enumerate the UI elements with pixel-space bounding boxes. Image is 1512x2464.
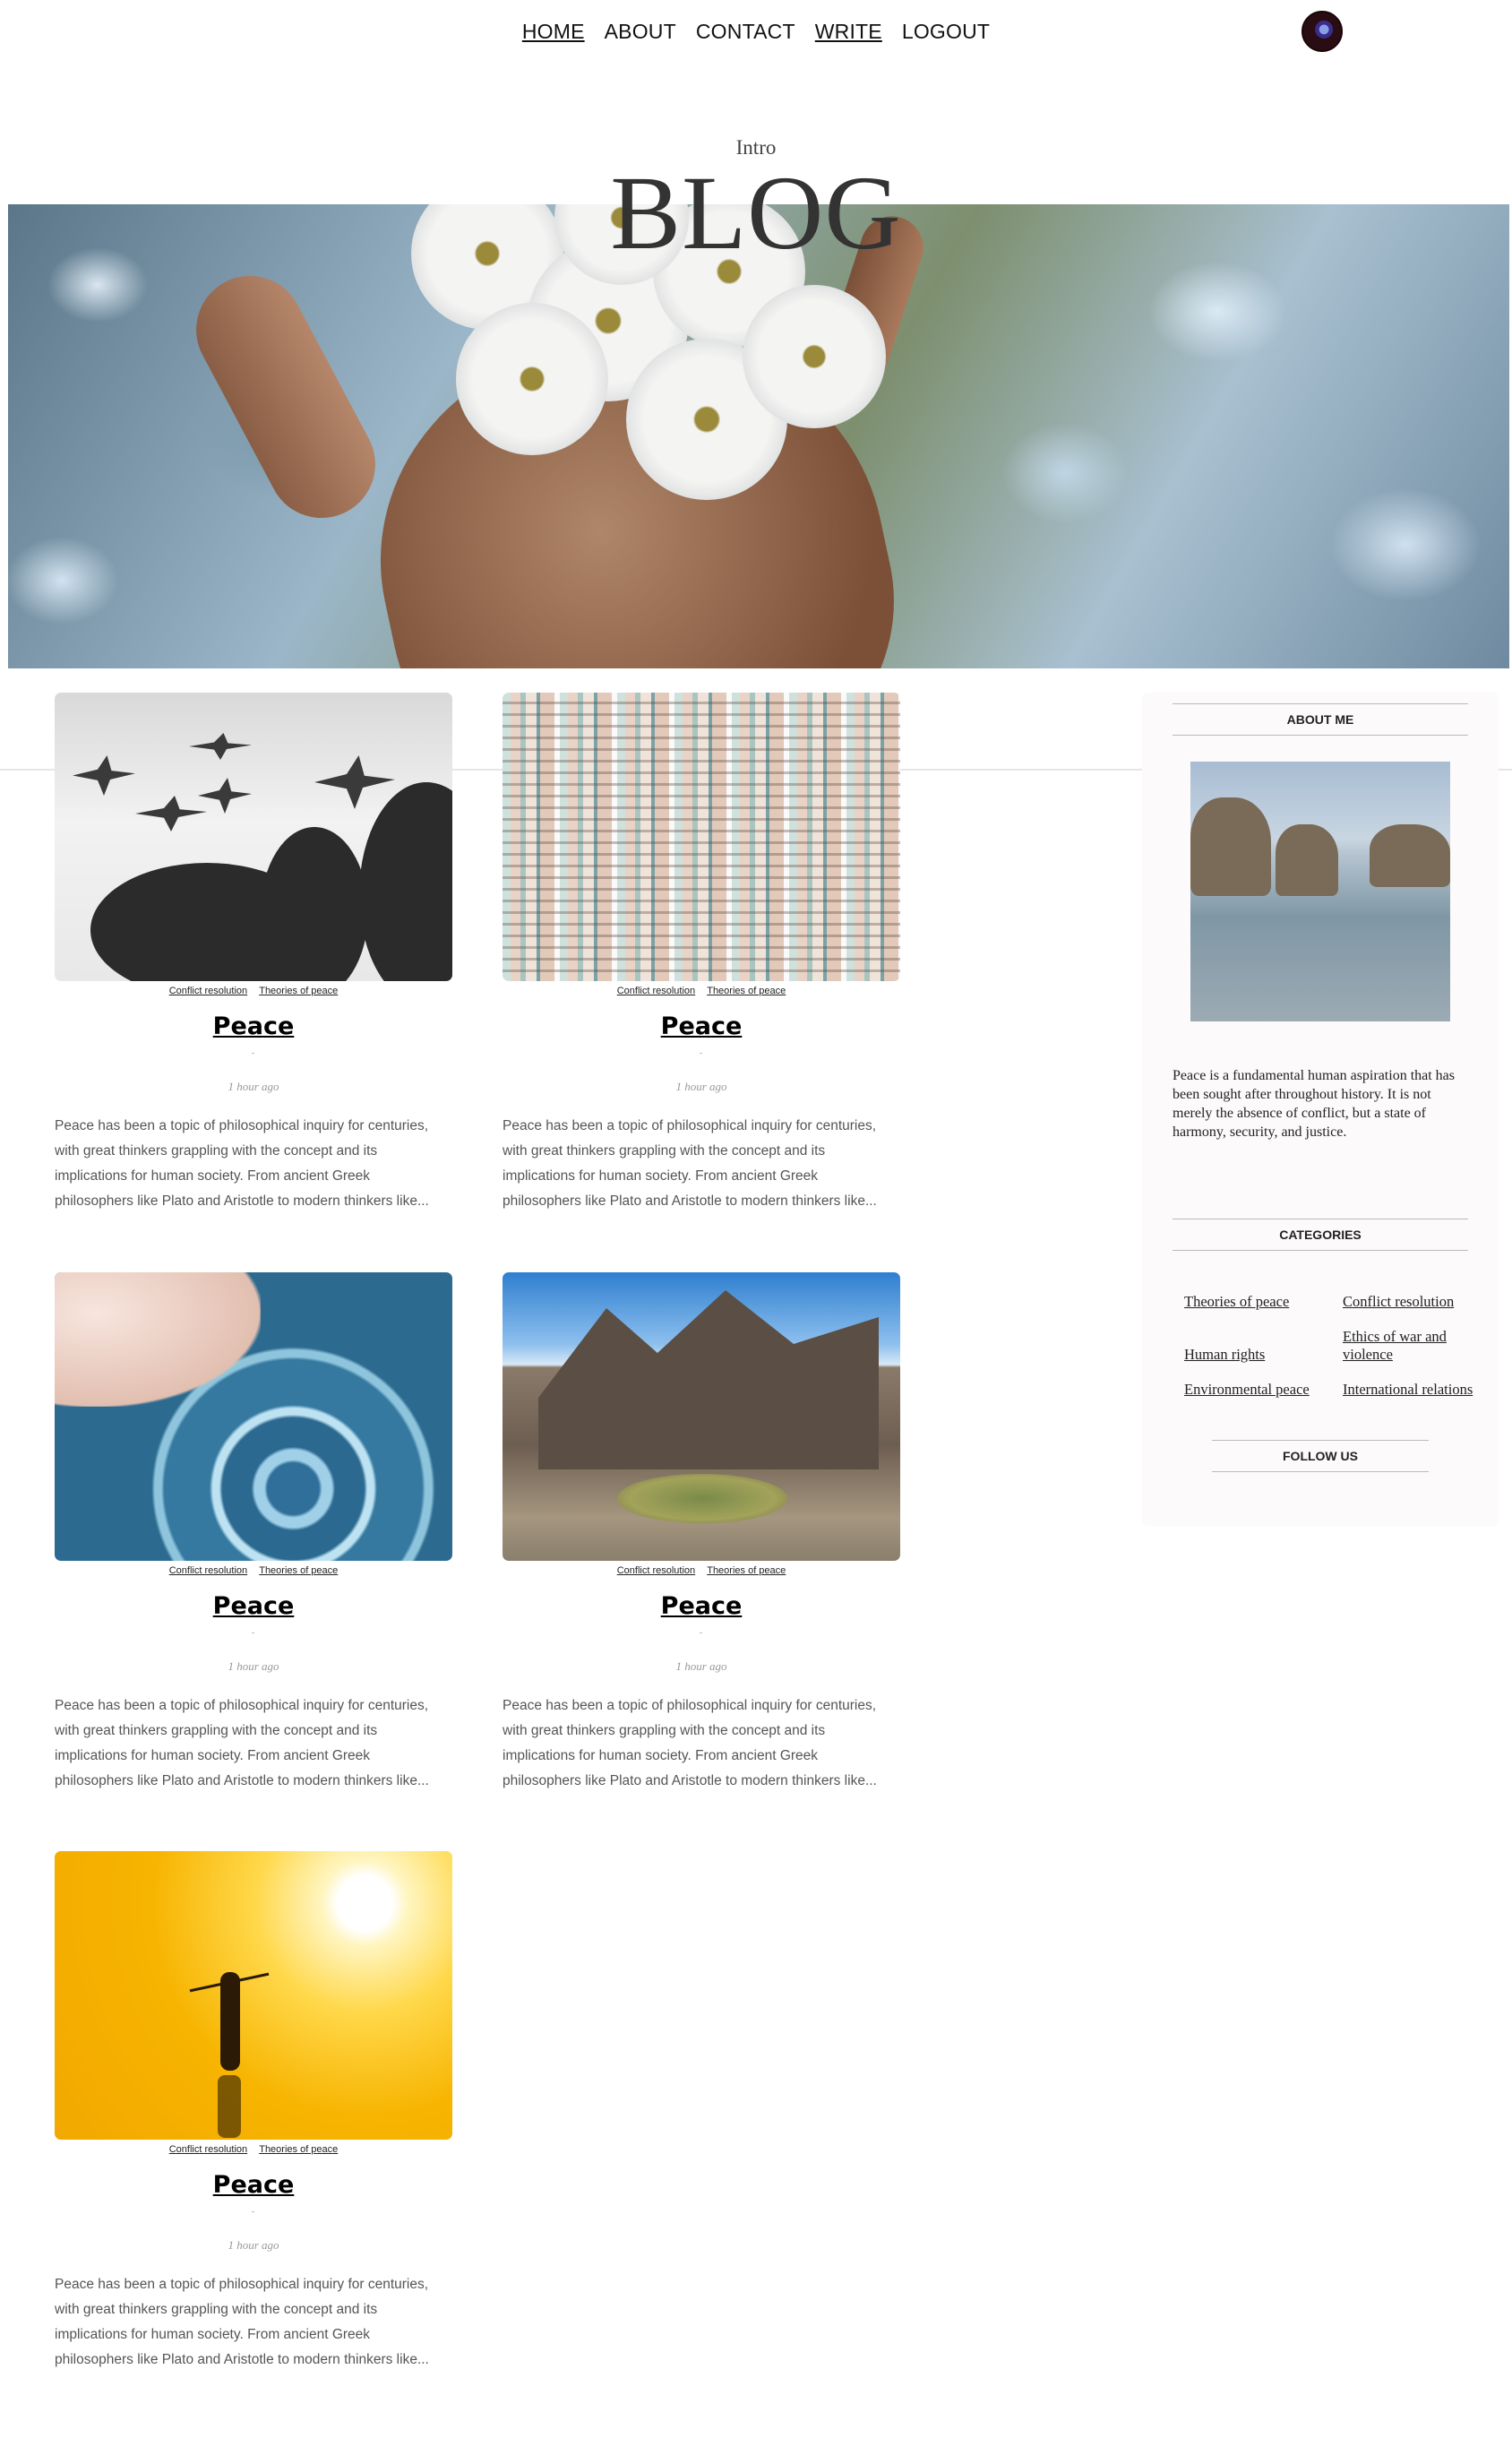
post-image[interactable] xyxy=(503,693,900,981)
nav-home-link[interactable]: HOME xyxy=(522,20,585,44)
post-title[interactable]: Peace xyxy=(55,1592,452,1620)
post-time: 1 hour ago xyxy=(675,1080,727,1093)
nav-logout-link[interactable]: LOGOUT xyxy=(902,20,990,44)
about-me-heading: ABOUT ME xyxy=(1173,703,1468,736)
post-title[interactable]: Peace xyxy=(503,1592,900,1620)
nav-write-link[interactable]: WRITE xyxy=(815,20,882,44)
post-image[interactable] xyxy=(55,1272,452,1561)
post-categories: Conflict resolution Theories of peace xyxy=(55,1565,452,1576)
post-title-divider xyxy=(252,1053,254,1054)
post-description: Peace has been a topic of philosophical … xyxy=(55,1118,429,1209)
post-description: Peace has been a topic of philosophical … xyxy=(503,1118,877,1209)
post-time: 1 hour ago xyxy=(228,1080,279,1093)
post-category-link[interactable]: Conflict resolution xyxy=(169,1565,247,1576)
post-category-link[interactable]: Conflict resolution xyxy=(169,2144,247,2155)
post-category-link[interactable]: Theories of peace xyxy=(707,986,786,996)
follow-us-heading: FOLLOW US xyxy=(1212,1440,1429,1472)
post-title-divider xyxy=(252,2211,254,2212)
post-category-link[interactable]: Theories of peace xyxy=(259,986,338,996)
sidebar-category-environmental-peace[interactable]: Environmental peace xyxy=(1184,1381,1310,1399)
sidebar-category-ethics-of-war[interactable]: Ethics of war and violence xyxy=(1343,1328,1477,1364)
post-categories: Conflict resolution Theories of peace xyxy=(503,1565,900,1576)
hero-flower xyxy=(743,285,886,428)
post-categories: Conflict resolution Theories of peace xyxy=(55,2144,452,2155)
post-time: 1 hour ago xyxy=(228,1659,279,1673)
post-image[interactable] xyxy=(503,1272,900,1561)
about-me-image xyxy=(1190,762,1450,1021)
top-bar: HOME ABOUT CONTACT WRITE LOGOUT xyxy=(0,0,1512,65)
post-categories: Conflict resolution Theories of peace xyxy=(55,986,452,996)
header-title: BLOG xyxy=(610,154,902,271)
post-category-link[interactable]: Conflict resolution xyxy=(617,1565,695,1576)
post-title-divider xyxy=(700,1053,702,1054)
hero-flower xyxy=(456,303,608,455)
nav-contact-link[interactable]: CONTACT xyxy=(696,20,795,44)
post-image[interactable] xyxy=(55,693,452,981)
post-categories: Conflict resolution Theories of peace xyxy=(503,986,900,996)
post-category-link[interactable]: Theories of peace xyxy=(707,1565,786,1576)
post-image[interactable] xyxy=(55,1851,452,2140)
post-description: Peace has been a topic of philosophical … xyxy=(55,1698,429,1788)
post-time: 1 hour ago xyxy=(675,1659,727,1673)
post-category-link[interactable]: Theories of peace xyxy=(259,1565,338,1576)
sidebar-category-conflict-resolution[interactable]: Conflict resolution xyxy=(1343,1293,1454,1311)
post-category-link[interactable]: Conflict resolution xyxy=(169,986,247,996)
nav-about-link[interactable]: ABOUT xyxy=(605,20,676,44)
about-me-text: Peace is a fundamental human aspiration … xyxy=(1173,1068,1456,1140)
post-description: Peace has been a topic of philosophical … xyxy=(503,1698,877,1788)
hero-thumb xyxy=(176,256,395,538)
sidebar: ABOUT ME Peace is a fundamental human as… xyxy=(1142,693,1499,1526)
post-description: Peace has been a topic of philosophical … xyxy=(55,2277,429,2367)
sidebar-category-human-rights[interactable]: Human rights xyxy=(1184,1346,1265,1364)
post-title[interactable]: Peace xyxy=(55,1012,452,1040)
post-title[interactable]: Peace xyxy=(55,2171,452,2199)
main-nav: HOME ABOUT CONTACT WRITE LOGOUT xyxy=(0,20,1512,44)
sidebar-category-theories-of-peace[interactable]: Theories of peace xyxy=(1184,1293,1289,1311)
sidebar-category-international-relations[interactable]: International relations xyxy=(1343,1381,1473,1399)
post-title[interactable]: Peace xyxy=(503,1012,900,1040)
post-category-link[interactable]: Theories of peace xyxy=(259,2144,338,2155)
categories-heading: CATEGORIES xyxy=(1173,1219,1468,1251)
post-time: 1 hour ago xyxy=(228,2238,279,2252)
user-avatar[interactable] xyxy=(1302,11,1343,52)
post-category-link[interactable]: Conflict resolution xyxy=(617,986,695,996)
